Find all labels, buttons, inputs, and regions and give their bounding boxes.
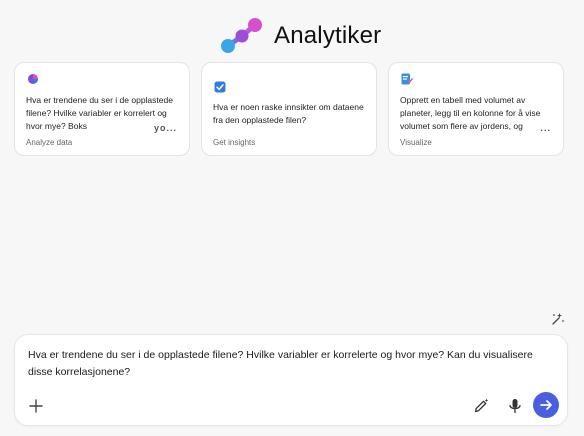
app-title: Analytiker bbox=[274, 22, 382, 49]
suggestion-more: yo... bbox=[153, 123, 177, 133]
header: Analytiker bbox=[0, 14, 584, 58]
suggestion-card-visualize[interactable]: Opprett en tabell med volumet av planete… bbox=[388, 62, 564, 156]
microphone-icon[interactable] bbox=[507, 397, 523, 415]
suggestion-tag: Get insights bbox=[213, 138, 256, 147]
suggestion-tag: Visualize bbox=[400, 138, 432, 147]
send-button[interactable] bbox=[533, 392, 559, 418]
add-icon[interactable] bbox=[27, 397, 45, 415]
suggestion-card-get-insights[interactable]: Hva er noen raske innsikter om dataene f… bbox=[201, 62, 377, 156]
suggestion-card-analyze-data[interactable]: Hva er trendene du ser i de opplastede f… bbox=[14, 62, 190, 156]
suggestion-text: Hva er noen raske innsikter om dataene f… bbox=[213, 102, 364, 125]
prompt-input[interactable]: Hva er trendene du ser i de opplastede f… bbox=[28, 347, 548, 381]
checkbox-icon bbox=[214, 81, 226, 93]
pie-chart-icon bbox=[28, 74, 38, 84]
edit-document-icon bbox=[401, 73, 413, 85]
arrow-right-icon bbox=[540, 400, 552, 410]
analytiker-logo-icon bbox=[221, 18, 262, 53]
suggestion-more: ... bbox=[540, 123, 551, 133]
suggestion-tag: Analyze data bbox=[26, 138, 73, 147]
sparkle-edit-icon[interactable] bbox=[550, 311, 566, 327]
suggestion-text: Opprett en tabell med volumet av planete… bbox=[400, 95, 541, 131]
chat-composer[interactable]: Hva er trendene du ser i de opplastede f… bbox=[14, 334, 568, 426]
pen-sparkle-icon[interactable] bbox=[472, 397, 490, 415]
